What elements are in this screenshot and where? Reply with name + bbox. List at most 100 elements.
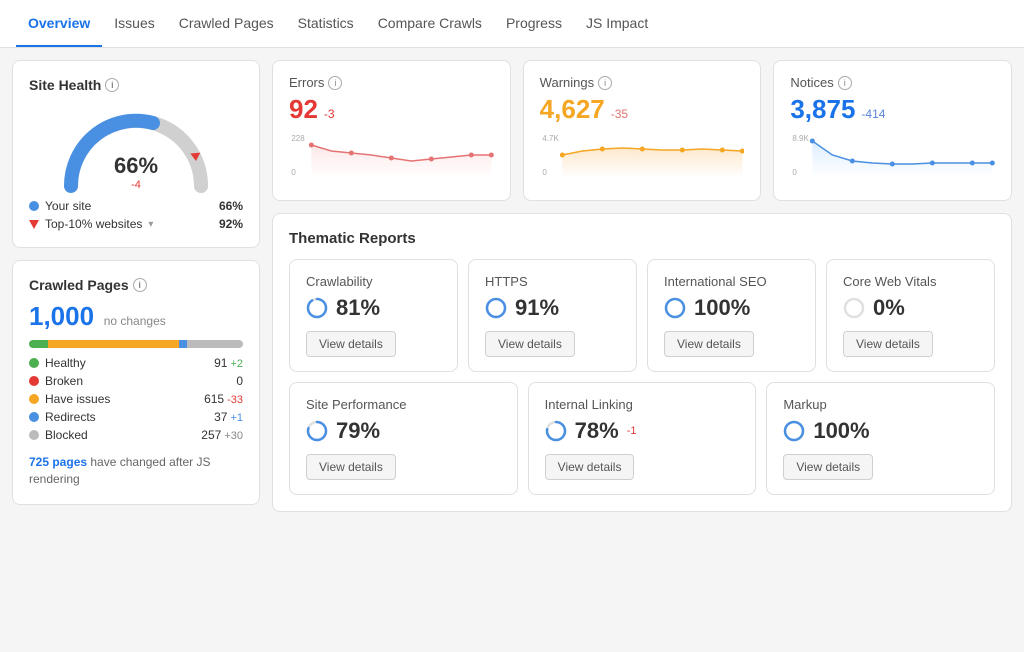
notices-delta: -414 bbox=[861, 107, 885, 121]
report-cwv-score-row: 0% bbox=[843, 295, 978, 321]
redirects-delta: +1 bbox=[230, 412, 243, 424]
healthy-val: 91 bbox=[214, 356, 227, 370]
https-score: 91% bbox=[515, 295, 559, 321]
crawlability-view-details-btn[interactable]: View details bbox=[306, 331, 396, 357]
nav-item-compare-crawls[interactable]: Compare Crawls bbox=[366, 0, 494, 47]
report-https-score-row: 91% bbox=[485, 295, 620, 321]
crawled-count-row: 1,000 no changes bbox=[29, 301, 243, 332]
svg-text:8.9K: 8.9K bbox=[793, 134, 810, 143]
notices-value-row: 3,875 -414 bbox=[790, 94, 995, 125]
site-legend: Your site 66% Top-10% websites ▾ 92% bbox=[29, 199, 243, 231]
triangle-top10 bbox=[29, 220, 39, 229]
errors-value-row: 92 -3 bbox=[289, 94, 494, 125]
nav-item-crawled-pages[interactable]: Crawled Pages bbox=[167, 0, 286, 47]
nav-item-statistics[interactable]: Statistics bbox=[286, 0, 366, 47]
warnings-delta: -35 bbox=[611, 107, 628, 121]
errors-info-icon[interactable]: i bbox=[328, 76, 342, 90]
thematic-top-grid: Crawlability 81% View details HTTPS bbox=[289, 259, 995, 372]
errors-label: Errors i bbox=[289, 75, 494, 90]
broken-val: 0 bbox=[236, 374, 243, 388]
nav-item-progress[interactable]: Progress bbox=[494, 0, 574, 47]
warnings-value-row: 4,627 -35 bbox=[540, 94, 745, 125]
https-circle-icon bbox=[485, 297, 507, 319]
nav-item-issues[interactable]: Issues bbox=[102, 0, 166, 47]
healthy-delta: +2 bbox=[230, 358, 243, 370]
page-row-blocked: Blocked 257+30 bbox=[29, 428, 243, 442]
warnings-value: 4,627 bbox=[540, 94, 605, 125]
svg-text:228: 228 bbox=[291, 134, 305, 143]
warnings-label: Warnings i bbox=[540, 75, 745, 90]
notices-value: 3,875 bbox=[790, 94, 855, 125]
nav-item-overview[interactable]: Overview bbox=[16, 0, 102, 47]
report-markup: Markup 100% View details bbox=[766, 382, 995, 495]
gauge-percent: 66% -4 bbox=[114, 153, 158, 191]
report-internal-linking: Internal Linking 78% -1 View details bbox=[528, 382, 757, 495]
svg-text:0: 0 bbox=[291, 168, 296, 177]
report-internal-linking-name: Internal Linking bbox=[545, 397, 740, 412]
page-legend: Healthy 91+2 Broken 0 Have issues bbox=[29, 356, 243, 442]
dot-healthy bbox=[29, 358, 39, 368]
js-note: 725 pages have changed after JS renderin… bbox=[29, 454, 243, 488]
blocked-delta: +30 bbox=[224, 430, 243, 442]
warnings-info-icon[interactable]: i bbox=[598, 76, 612, 90]
crawled-pages-card: Crawled Pages i 1,000 no changes Healthy bbox=[12, 260, 260, 505]
main-content: Site Health i 66% -4 bbox=[0, 48, 1024, 652]
site-health-info-icon[interactable]: i bbox=[105, 78, 119, 92]
report-markup-name: Markup bbox=[783, 397, 978, 412]
svg-text:0: 0 bbox=[542, 168, 547, 177]
dot-redirects bbox=[29, 412, 39, 422]
svg-text:4.7K: 4.7K bbox=[542, 134, 559, 143]
dot-blocked bbox=[29, 430, 39, 440]
dot-issues bbox=[29, 394, 39, 404]
pb-issues bbox=[48, 340, 179, 348]
issues-val: 615 bbox=[204, 392, 224, 406]
internal-linking-view-details-btn[interactable]: View details bbox=[545, 454, 635, 480]
intl-seo-circle-icon bbox=[664, 297, 686, 319]
gauge-container: 66% -4 bbox=[29, 101, 243, 191]
internal-linking-circle-icon bbox=[545, 420, 567, 442]
report-intl-seo-score-row: 100% bbox=[664, 295, 799, 321]
errors-delta: -3 bbox=[324, 107, 335, 121]
cwv-circle-icon bbox=[843, 297, 865, 319]
right-panel: Errors i 92 -3 228 0 bbox=[272, 60, 1012, 640]
crawled-progress-bar bbox=[29, 340, 243, 348]
metrics-row: Errors i 92 -3 228 0 bbox=[272, 60, 1012, 201]
notices-info-icon[interactable]: i bbox=[838, 76, 852, 90]
intl-seo-view-details-btn[interactable]: View details bbox=[664, 331, 754, 357]
report-crawlability: Crawlability 81% View details bbox=[289, 259, 458, 372]
report-crawlability-name: Crawlability bbox=[306, 274, 441, 289]
dot-broken bbox=[29, 376, 39, 386]
js-note-link[interactable]: 725 pages bbox=[29, 455, 87, 469]
svg-text:0: 0 bbox=[793, 168, 798, 177]
site-health-card: Site Health i 66% -4 bbox=[12, 60, 260, 248]
crawled-pages-info-icon[interactable]: i bbox=[133, 278, 147, 292]
report-site-perf: Site Performance 79% View details bbox=[289, 382, 518, 495]
legend-top10: Top-10% websites ▾ 92% bbox=[29, 217, 243, 231]
cwv-view-details-btn[interactable]: View details bbox=[843, 331, 933, 357]
nav-item-js-impact[interactable]: JS Impact bbox=[574, 0, 660, 47]
issues-delta: -33 bbox=[227, 394, 243, 406]
dot-your-site bbox=[29, 201, 39, 211]
report-site-perf-score-row: 79% bbox=[306, 418, 501, 444]
report-site-perf-name: Site Performance bbox=[306, 397, 501, 412]
your-site-val: 66% bbox=[219, 199, 243, 213]
redirects-val: 37 bbox=[214, 410, 227, 424]
crawled-count-value: 1,000 bbox=[29, 301, 94, 331]
errors-card: Errors i 92 -3 228 0 bbox=[272, 60, 511, 201]
top10-chevron-icon[interactable]: ▾ bbox=[148, 219, 153, 230]
markup-circle-icon bbox=[783, 420, 805, 442]
thematic-bottom-grid: Site Performance 79% View details Intern… bbox=[289, 382, 995, 495]
page-row-healthy: Healthy 91+2 bbox=[29, 356, 243, 370]
warnings-card: Warnings i 4,627 -35 4.7K 0 bbox=[523, 60, 762, 201]
https-view-details-btn[interactable]: View details bbox=[485, 331, 575, 357]
cwv-score: 0% bbox=[873, 295, 905, 321]
report-intl-seo-name: International SEO bbox=[664, 274, 799, 289]
report-markup-score-row: 100% bbox=[783, 418, 978, 444]
crawled-pages-title: Crawled Pages i bbox=[29, 277, 243, 293]
report-crawlability-score-row: 81% bbox=[306, 295, 441, 321]
page-row-broken: Broken 0 bbox=[29, 374, 243, 388]
site-perf-circle-icon bbox=[306, 420, 328, 442]
markup-view-details-btn[interactable]: View details bbox=[783, 454, 873, 480]
markup-score: 100% bbox=[813, 418, 869, 444]
site-perf-view-details-btn[interactable]: View details bbox=[306, 454, 396, 480]
